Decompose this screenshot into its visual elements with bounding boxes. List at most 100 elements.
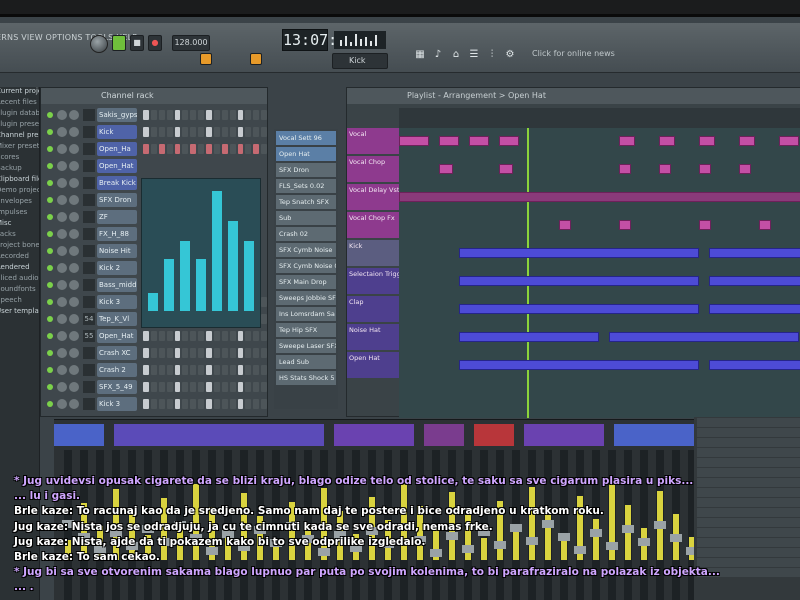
- channel-volume-knob[interactable]: [69, 365, 79, 375]
- channel-volume-knob[interactable]: [69, 195, 79, 205]
- step-button[interactable]: [174, 365, 181, 375]
- step-button[interactable]: [261, 331, 267, 341]
- piano-roll-icon[interactable]: ♪: [432, 49, 444, 61]
- channel-pan-knob[interactable]: [57, 144, 67, 154]
- channel-mixer-track[interactable]: [83, 347, 95, 359]
- browser-item[interactable]: Misc: [0, 219, 39, 230]
- step-button[interactable]: [166, 348, 173, 358]
- step-button[interactable]: [206, 399, 212, 409]
- playlist-clip[interactable]: [699, 164, 711, 174]
- playlist-clip[interactable]: [659, 136, 675, 146]
- step-button[interactable]: [190, 127, 197, 137]
- step-button[interactable]: [213, 144, 220, 154]
- step-button[interactable]: [143, 348, 149, 358]
- step-button[interactable]: [166, 399, 173, 409]
- playlist-clip[interactable]: [399, 136, 429, 146]
- step-button[interactable]: [158, 144, 165, 154]
- step-button[interactable]: [182, 127, 189, 137]
- step-button[interactable]: [261, 348, 267, 358]
- insert-slot[interactable]: SFX Cymb Noise 02: [276, 259, 336, 273]
- step-button[interactable]: [206, 382, 212, 392]
- step-button[interactable]: [150, 348, 157, 358]
- step-button[interactable]: [229, 399, 236, 409]
- step-button[interactable]: [150, 110, 157, 120]
- channel-mute-led[interactable]: [47, 316, 53, 322]
- step-sequencer[interactable]: [143, 144, 267, 154]
- browser-icon[interactable]: ⌂: [450, 49, 462, 61]
- channel-mute-led[interactable]: [47, 333, 53, 339]
- step-button[interactable]: [158, 127, 165, 137]
- channel-name-button[interactable]: Crash XC: [97, 346, 137, 360]
- playlist-clip[interactable]: [619, 220, 631, 230]
- playlist-track-header[interactable]: Noise Hat: [347, 324, 399, 350]
- playlist-clip[interactable]: [709, 304, 800, 314]
- step-button[interactable]: [174, 127, 181, 137]
- channel-volume-knob[interactable]: [69, 110, 79, 120]
- step-button[interactable]: [237, 382, 244, 392]
- channel-mute-led[interactable]: [47, 282, 53, 288]
- step-button[interactable]: [253, 348, 260, 358]
- step-button[interactable]: [253, 331, 260, 341]
- channel-pan-knob[interactable]: [57, 382, 67, 392]
- insert-slot[interactable]: Ins Lomsrdam Sa: [276, 307, 336, 321]
- step-button[interactable]: [237, 110, 244, 120]
- channel-volume-knob[interactable]: [69, 280, 79, 290]
- insert-slot[interactable]: Tep Snatch SFX: [276, 195, 336, 209]
- step-button[interactable]: [213, 348, 220, 358]
- step-button[interactable]: [158, 348, 165, 358]
- step-button[interactable]: [166, 365, 173, 375]
- playlist-track-header[interactable]: Vocal Chop: [347, 156, 399, 182]
- step-button[interactable]: [150, 144, 157, 154]
- effect-slot[interactable]: [697, 458, 800, 467]
- step-button[interactable]: [174, 348, 181, 358]
- channel-mixer-track[interactable]: [83, 296, 95, 308]
- step-button[interactable]: [166, 127, 173, 137]
- channel-pan-knob[interactable]: [57, 178, 67, 188]
- channel-volume-knob[interactable]: [69, 382, 79, 392]
- browser-item[interactable]: Demo projects: [0, 186, 39, 197]
- step-sequencer[interactable]: [143, 110, 267, 120]
- channel-pan-knob[interactable]: [57, 314, 67, 324]
- playlist-clip[interactable]: [709, 276, 800, 286]
- channel-mute-led[interactable]: [47, 231, 53, 237]
- plugin-icon[interactable]: ⚙: [504, 49, 516, 61]
- channel-name-button[interactable]: Kick: [97, 125, 137, 139]
- step-button[interactable]: [190, 110, 197, 120]
- step-button[interactable]: [182, 144, 189, 154]
- channel-mute-led[interactable]: [47, 146, 53, 152]
- channel-mute-led[interactable]: [47, 129, 53, 135]
- channel-volume-knob[interactable]: [69, 348, 79, 358]
- pattern-selector[interactable]: Kick: [332, 53, 388, 69]
- channel-volume-knob[interactable]: [69, 144, 79, 154]
- step-button[interactable]: [150, 399, 157, 409]
- step-button[interactable]: [198, 144, 204, 154]
- channel-volume-knob[interactable]: [69, 246, 79, 256]
- channel-mixer-track[interactable]: [83, 398, 95, 410]
- channel-name-button[interactable]: Open_Hat: [97, 329, 137, 343]
- step-button[interactable]: [229, 365, 236, 375]
- channel-pan-knob[interactable]: [57, 110, 67, 120]
- step-sequencer[interactable]: [143, 348, 267, 358]
- step-button[interactable]: [190, 348, 197, 358]
- browser-item[interactable]: Backup: [0, 164, 39, 175]
- insert-slot[interactable]: SFX Dron: [276, 163, 336, 177]
- step-button[interactable]: [245, 127, 252, 137]
- step-button[interactable]: [143, 144, 149, 154]
- step-button[interactable]: [237, 365, 244, 375]
- channel-pan-knob[interactable]: [57, 229, 67, 239]
- step-button[interactable]: [174, 382, 181, 392]
- channel-name-button[interactable]: Noise Hit: [97, 244, 137, 258]
- step-button[interactable]: [237, 127, 244, 137]
- step-button[interactable]: [253, 365, 260, 375]
- step-button[interactable]: [150, 127, 157, 137]
- channel-mute-led[interactable]: [47, 401, 53, 407]
- step-button[interactable]: [213, 382, 220, 392]
- piano-roll-preview[interactable]: [141, 178, 261, 328]
- channel-mute-led[interactable]: [47, 112, 53, 118]
- playlist-clip[interactable]: [709, 248, 800, 258]
- channel-row[interactable]: Crash 2: [47, 363, 269, 378]
- channel-volume-knob[interactable]: [69, 229, 79, 239]
- step-button[interactable]: [182, 382, 189, 392]
- insert-slot[interactable]: Lead Sub: [276, 355, 336, 369]
- channel-mixer-track[interactable]: [83, 381, 95, 393]
